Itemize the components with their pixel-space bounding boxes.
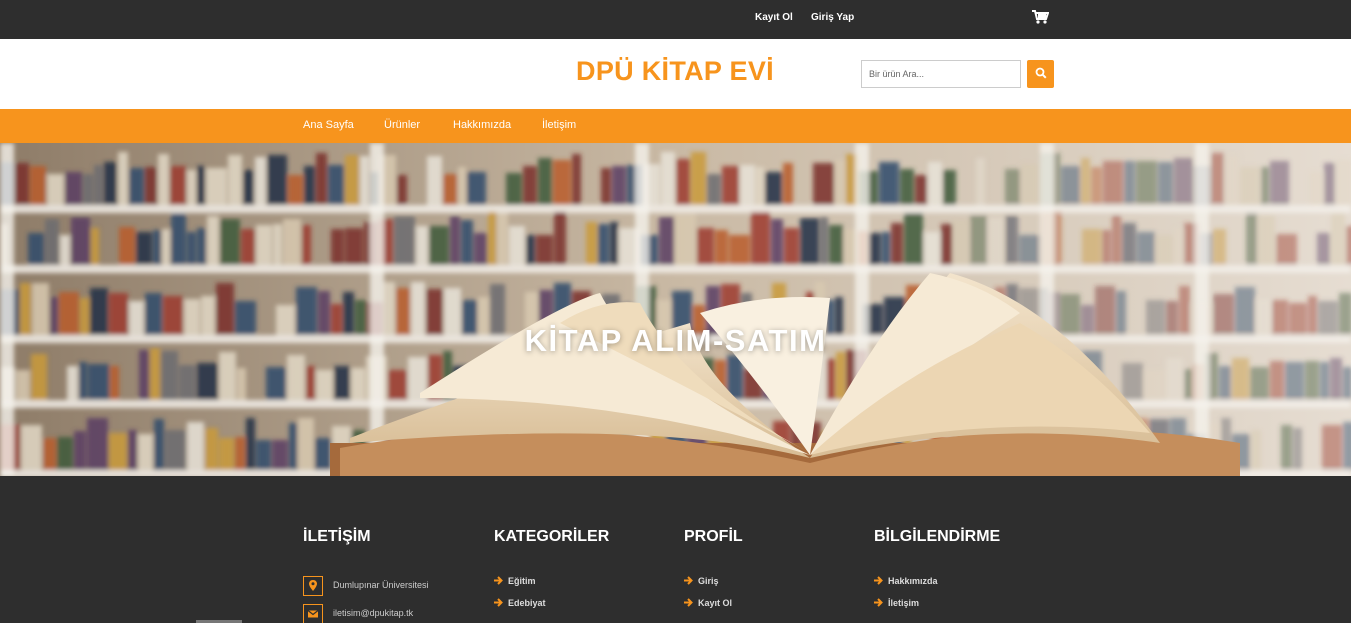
arrow-right-icon xyxy=(684,576,693,585)
footer-profile-title: PROFİL xyxy=(684,528,743,545)
arrow-right-icon xyxy=(874,598,883,607)
footer-categories-title: KATEGORİLER xyxy=(494,528,610,545)
footer-link-about[interactable]: Hakkımızda xyxy=(874,576,938,586)
footer-info-title: BİLGİLENDİRME xyxy=(874,528,1001,545)
envelope-icon xyxy=(303,604,323,623)
nav-item-about[interactable]: Hakkımızda xyxy=(453,119,511,131)
login-link[interactable]: Giriş Yap xyxy=(811,12,854,23)
search-icon xyxy=(1035,67,1047,79)
nav-item-products[interactable]: Ürünler xyxy=(384,119,420,131)
search-button[interactable] xyxy=(1027,60,1054,88)
footer-link-literature[interactable]: Edebiyat xyxy=(494,598,546,608)
site-header: DPÜ KİTAP EVİ xyxy=(0,39,1351,109)
footer-link-contact[interactable]: İletişim xyxy=(874,598,919,608)
footer-email[interactable]: iletisim@dpukitap.tk xyxy=(333,608,413,618)
nav-item-contact[interactable]: İletişim xyxy=(542,119,576,131)
footer-link-login[interactable]: Giriş xyxy=(684,576,719,586)
footer-link-register[interactable]: Kayıt Ol xyxy=(684,598,732,608)
footer-link-education[interactable]: Eğitim xyxy=(494,576,536,586)
arrow-right-icon xyxy=(494,576,503,585)
cart-icon[interactable] xyxy=(1031,9,1051,27)
arrow-right-icon xyxy=(684,598,693,607)
top-bar: Kayıt Ol Giriş Yap xyxy=(0,0,1351,39)
hero-banner: KİTAP ALIM-SATIM xyxy=(0,143,1351,476)
search-input[interactable] xyxy=(861,60,1021,88)
footer-contact-title: İLETİŞİM xyxy=(303,528,371,545)
hero-title: KİTAP ALIM-SATIM xyxy=(524,323,827,358)
nav-item-home[interactable]: Ana Sayfa xyxy=(303,119,354,131)
site-footer: İLETİŞİM Dumlupınar Üniversitesi iletisi… xyxy=(0,476,1351,623)
main-nav: Ana Sayfa Ürünler Hakkımızda İletişim xyxy=(0,109,1351,143)
register-link[interactable]: Kayıt Ol xyxy=(755,12,793,23)
site-logo[interactable]: DPÜ KİTAP EVİ xyxy=(560,56,790,87)
arrow-right-icon xyxy=(874,576,883,585)
arrow-right-icon xyxy=(494,598,503,607)
hero-background-image xyxy=(0,143,1351,476)
map-marker-icon xyxy=(303,576,323,596)
footer-address: Dumlupınar Üniversitesi xyxy=(333,580,429,590)
